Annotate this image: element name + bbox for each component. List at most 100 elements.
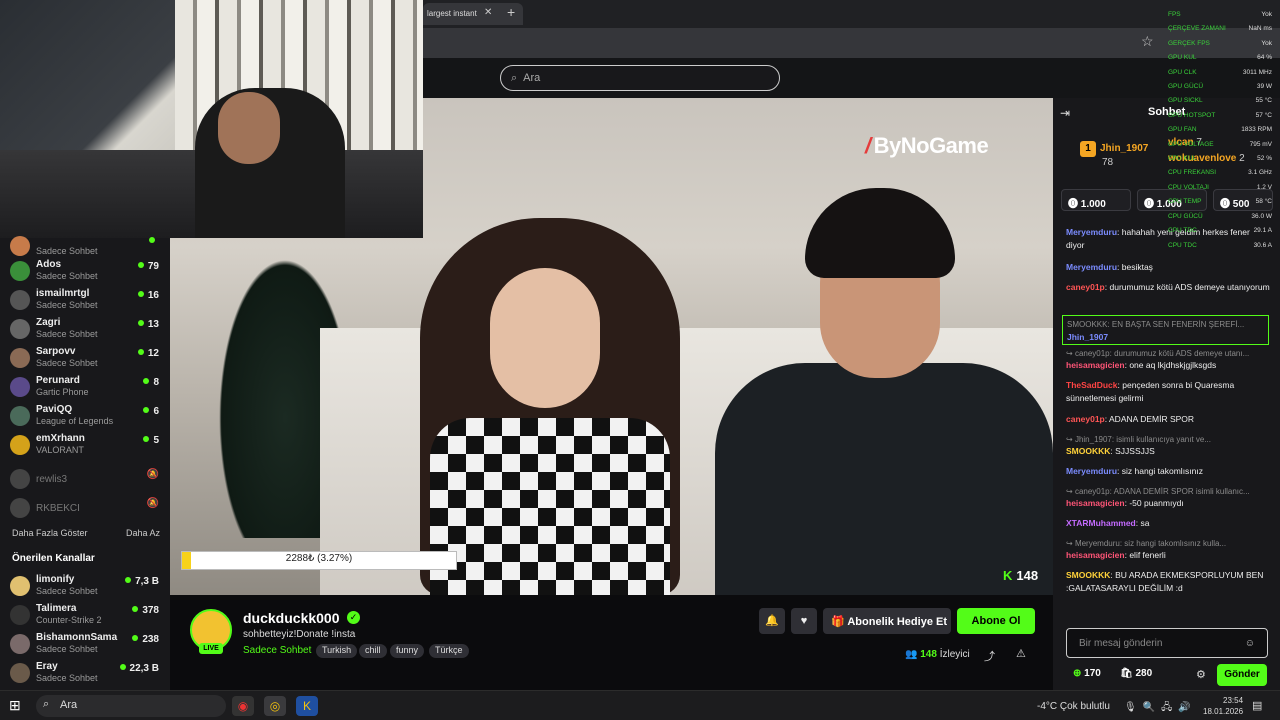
viewer-badge: K 148 [1003,568,1039,583]
report-icon[interactable]: ⚠ [1016,647,1026,660]
sidebar-channel[interactable]: Sarpovv Sadece Sohbet 12 [10,345,165,374]
show-more-link[interactable]: Daha Fazla Göster [12,528,88,538]
webcam-overlay [0,0,423,238]
sidebar-channel[interactable]: rewlis3 🔕 [10,466,165,495]
search-placeholder: Ara [523,72,541,84]
show-less-link[interactable]: Daha Az [126,528,160,538]
sidebar-channel[interactable]: PaviQQ League of Legends 6 [10,403,165,432]
clock[interactable]: 23:54 18.01.2026 [1203,695,1243,717]
channel-viewers: 12 [138,348,159,359]
chat-username[interactable]: caney01p [1066,414,1105,424]
hw-stat-row: CPU GÜCÜ 36.0 W [1168,212,1272,220]
chat-settings-gear-icon[interactable]: ⚙ [1196,668,1206,681]
channel-name: Zagri [36,317,61,328]
weather-widget[interactable]: -4°C Çok bulutlu [1037,701,1110,712]
recommended-channel[interactable]: limonify Sadece Sohbet 7,3 B [10,573,165,602]
chat-username[interactable]: TheSadDuck [1066,380,1118,390]
chat-username[interactable]: Meryemduru [1066,262,1117,272]
windows-start-icon[interactable]: ⊞ [9,697,21,714]
search-icon: ⌕ [511,72,518,84]
obs-icon[interactable]: ◉ [232,696,254,716]
channel-avatar [10,261,30,281]
channel-category: Sadece Sohbet [36,300,98,310]
taskbar-search-icon: ⌕ [43,698,50,710]
hw-stat-row: GPU KUL 64 % [1168,54,1272,62]
chat-username[interactable]: XTARMuhammed [1066,518,1136,528]
donate-goal-text: 2288₺ (3.27%) [285,553,353,564]
sidebar-channel[interactable]: emXrhann VALORANT 5 [10,432,165,461]
sidebar-channel[interactable]: Zagri Sadece Sohbet 13 [10,316,165,345]
chat-username[interactable]: heisamagicien [1066,550,1125,560]
channel-viewers: 79 [138,261,159,272]
hw-stat-row: CPU KUL 52 % [1168,155,1272,163]
hw-stat-row: CPU TEMP 58 °C [1168,198,1272,206]
bookmark-star-icon[interactable]: ☆ [1141,33,1154,50]
new-tab-button[interactable]: + [507,4,515,20]
hw-stat-row: GPU GÜCÜ 39 W [1168,83,1272,91]
sidebar-channel[interactable]: Ados Sadece Sohbet 79 [10,258,165,287]
chat-username[interactable]: heisamagicien [1066,498,1125,508]
recommended-channels-title: Önerilen Kanallar [12,553,95,564]
chat-input[interactable]: Bir mesaj gönderin ☺ [1066,628,1268,658]
channel-category: Counter-Strike 2 [36,615,102,625]
search-input[interactable]: ⌕ Ara [500,65,780,91]
gift-count[interactable]: 🛍 280 [1120,668,1152,679]
chat-username[interactable]: Meryemduru [1066,466,1117,476]
tag-pill[interactable]: chill [359,644,387,658]
streamer-girl [420,218,680,595]
streamer-name[interactable]: duckduckk000 [243,610,340,626]
chat-username[interactable]: Meryemduru [1066,227,1117,237]
leaderboard-first: 1 Jhin_1907 78 [1080,141,1148,168]
sidebar-channel[interactable]: Perunard Gartic Phone 8 [10,374,165,403]
sidebar-channel[interactable]: ismailmrtgl Sadece Sohbet 16 [10,287,165,316]
chat-message: TheSadDuck: pençeden sonra bi Quaresma s… [1066,380,1235,403]
channel-name: BishamonnSama [36,632,118,643]
channel-name: RKBEKCI [36,503,80,514]
chat-message: caney01p: ADANA DEMİR SPOR [1066,414,1195,424]
chat-collapse-icon[interactable]: ⇥ [1060,106,1070,120]
chat-username[interactable]: caney01p [1066,282,1105,292]
heart-follow-icon[interactable]: ♥ [791,608,817,634]
share-icon[interactable]: ⤴ [984,648,995,664]
chat-username[interactable]: SMOOKKK [1066,446,1110,456]
channel-points[interactable]: ⊕ 170 [1073,668,1101,679]
chat-username: Jhin_1907 [1067,332,1109,342]
recommended-channel[interactable]: BishamonnSama Sadece Sohbet 238 [10,631,165,660]
recommended-channel[interactable]: Talimera Counter-Strike 2 378 [10,602,165,631]
channel-category: Sadece Sohbet [36,644,98,654]
notifications-icon[interactable]: ▤ [1252,699,1262,712]
channel-avatar [10,406,30,426]
send-button[interactable]: Gönder [1217,664,1267,686]
channel-name: Talimera [36,603,77,614]
gift-subscription-button[interactable]: 🎁 Abonelik Hediye Et [823,608,951,634]
tab-close-icon[interactable]: ✕ [484,7,492,18]
subscribe-button[interactable]: Abone Ol [957,608,1035,634]
tray-icons[interactable]: 🎙🔍🖧🔊 [1124,700,1197,717]
channel-category: Sadece Sohbet [36,358,98,368]
channel-category: Sadece Sohbet [36,586,98,596]
channel-avatar [10,319,30,339]
channel-category: League of Legends [36,416,114,426]
gift-chip[interactable]: ⓿ 1.000 [1061,189,1131,211]
app-icon[interactable]: K [296,696,318,716]
stream-category[interactable]: Sadece Sohbet [243,645,311,656]
chrome-icon[interactable]: ◎ [264,696,286,716]
live-badge: LIVE [199,643,223,654]
channel-category: Sadece Sohbet [36,673,98,683]
channel-avatar [10,377,30,397]
channel-avatar [10,663,30,683]
tag-pill[interactable]: Türkçe [429,644,469,658]
sidebar-channel[interactable]: RKBEKCI 🔕 [10,495,165,524]
tag-pill[interactable]: funny [390,644,425,658]
reply-text: caney01p: ADANA DEMİR SPOR isimli kullan… [1074,487,1250,496]
taskbar-search[interactable]: Ara [36,695,226,717]
tag-pill[interactable]: Turkish [316,644,358,658]
chat-username[interactable]: heisamagicien [1066,360,1125,370]
recommended-channel[interactable]: Eray Sadece Sohbet 22,3 B [10,660,165,689]
chat-username[interactable]: SMOOKKK [1066,570,1110,580]
reply-text: caney01p: durumumuz kötü ADS demeye utan… [1074,349,1250,358]
chat-message: Meryemduru: siz hangi takomlısınız [1066,466,1204,476]
channel-name: limonify [36,574,75,585]
notification-bell-icon[interactable]: 🔔 [759,608,785,634]
hw-stat-row: GPU SICKL 55 °C [1168,97,1272,105]
